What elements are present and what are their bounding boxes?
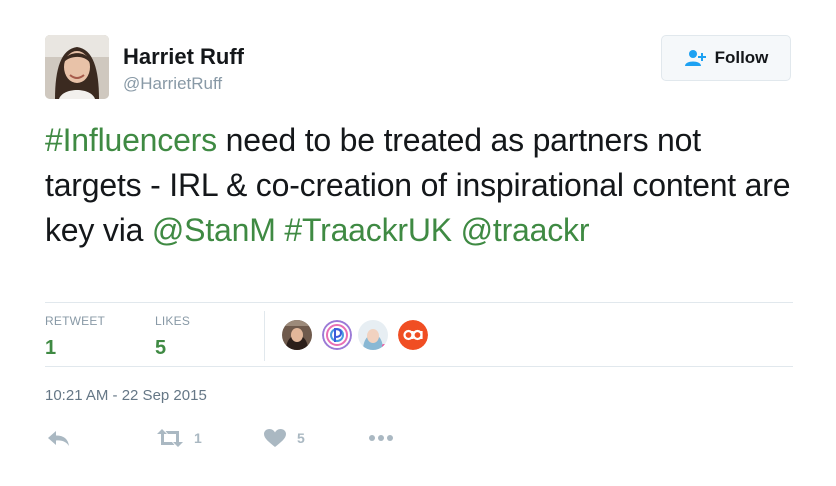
divider xyxy=(45,302,793,303)
retweet-count: 1 xyxy=(194,430,202,446)
divider xyxy=(45,366,793,367)
like-button[interactable]: 5 xyxy=(263,428,305,448)
mention-traackr[interactable]: @traackr xyxy=(461,212,590,248)
author-avatar[interactable] xyxy=(45,35,109,99)
hashtag-influencers[interactable]: #Influencers xyxy=(45,122,217,158)
pinterest-style-logo[interactable] xyxy=(322,320,352,350)
liker-avatar-3[interactable] xyxy=(358,320,388,350)
likes-stat-value: 5 xyxy=(155,337,167,359)
mention-stanm[interactable]: @StanM xyxy=(152,212,276,248)
stat-divider xyxy=(264,311,265,361)
hashtag-traackruk[interactable]: #TraackrUK xyxy=(284,212,452,248)
more-button[interactable] xyxy=(368,428,394,448)
add-user-icon xyxy=(684,50,706,66)
tweet-text: #Influencers need to be treated as partn… xyxy=(45,118,805,253)
tweet-timestamp[interactable]: 10:21 AM - 22 Sep 2015 xyxy=(45,387,207,404)
author-handle[interactable]: @HarrietRuff xyxy=(123,74,222,94)
follow-button[interactable]: Follow xyxy=(661,35,791,81)
like-count: 5 xyxy=(297,430,305,446)
likes-stat-label: LIKES xyxy=(155,314,191,328)
retweet-button[interactable]: 1 xyxy=(156,428,202,448)
aa-logo[interactable] xyxy=(398,320,428,350)
heart-icon xyxy=(264,429,286,447)
more-icon xyxy=(369,435,393,441)
retweet-icon xyxy=(157,429,183,447)
retweet-stat-label: RETWEET xyxy=(45,314,106,328)
liker-avatar-1[interactable] xyxy=(282,320,312,350)
follow-label: Follow xyxy=(714,48,769,67)
reply-icon xyxy=(48,431,69,446)
author-name[interactable]: Harriet Ruff xyxy=(123,44,244,70)
retweet-stat[interactable]: RETWEET 1 xyxy=(45,314,105,360)
retweet-stat-value: 1 xyxy=(45,337,57,359)
reply-button[interactable] xyxy=(47,428,71,448)
likes-stat[interactable]: LIKES 5 xyxy=(155,314,190,360)
